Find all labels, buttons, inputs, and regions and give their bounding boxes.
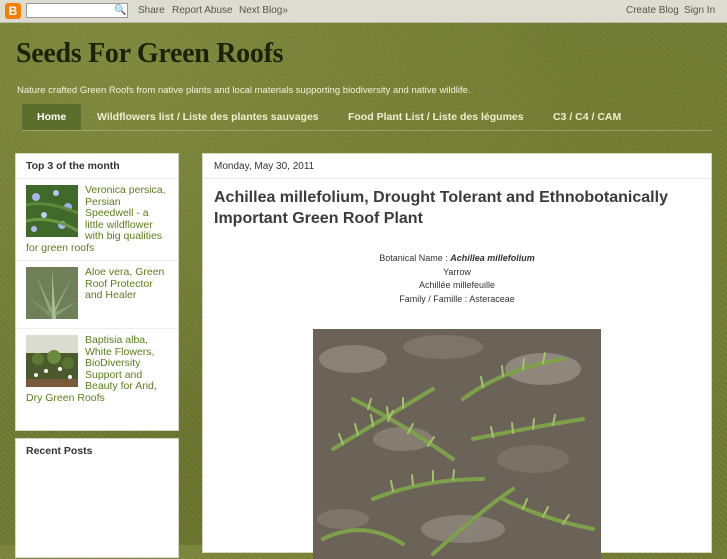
post-body: Botanical Name : Achillea millefolium Ya… — [203, 252, 711, 306]
post-panel: Monday, May 30, 2011 Achillea millefoliu… — [202, 153, 712, 559]
tab-wildflowers-list[interactable]: Wildflowers list / Liste des plantes sau… — [82, 104, 334, 130]
post-title[interactable]: Achillea millefolium, Drought Tolerant a… — [214, 187, 694, 229]
baptisia-thumbnail[interactable] — [26, 335, 78, 387]
tab-home[interactable]: Home — [22, 104, 82, 130]
create-blog-link[interactable]: Create Blog — [626, 5, 679, 16]
yarrow-photo[interactable] — [313, 329, 601, 559]
botanical-name-line: Botanical Name : Achillea millefolium — [203, 252, 711, 266]
search-input[interactable]: 🔍 — [26, 3, 128, 18]
widget-title: Recent Posts — [26, 445, 93, 457]
page-tabs: Home Wildflowers list / Liste des plante… — [22, 104, 712, 130]
next-blog-link[interactable]: Next Blog» — [239, 5, 288, 16]
popular-post-item[interactable]: Aloe vera, Green Roof Protector and Heal… — [16, 261, 178, 329]
family-line: Family / Famille : Asteraceae — [399, 293, 515, 304]
blogger-navbar: B 🔍 Share Report Abuse Next Blog» Create… — [0, 0, 727, 23]
widget-title: Top 3 of the month — [16, 154, 178, 179]
common-name-en: Yarrow — [443, 266, 471, 277]
blog-title[interactable]: Seeds For Green Roofs — [16, 38, 284, 70]
blog-description: Nature crafted Green Roofs from native p… — [17, 85, 471, 96]
tabs-divider — [22, 130, 712, 131]
search-icon[interactable]: 🔍 — [114, 4, 126, 17]
share-link[interactable]: Share — [138, 5, 165, 16]
tab-c3-c4-cam[interactable]: C3 / C4 / CAM — [538, 104, 636, 130]
botanical-name: Achillea millefolium — [450, 253, 535, 263]
botanical-label: Botanical Name : — [379, 253, 451, 263]
tab-food-plant-list[interactable]: Food Plant List / Liste des légumes — [333, 104, 539, 130]
blogger-logo-icon[interactable]: B — [5, 3, 21, 19]
popular-post-item[interactable]: Baptisia alba, White Flowers, BioDiversi… — [16, 329, 178, 427]
post-date: Monday, May 30, 2011 — [203, 154, 711, 179]
sign-in-link[interactable]: Sign In — [684, 5, 715, 16]
veronica-thumbnail[interactable] — [26, 185, 78, 237]
recent-posts-widget: Recent Posts — [15, 438, 179, 558]
report-abuse-link[interactable]: Report Abuse — [172, 5, 233, 16]
aloe-vera-thumbnail[interactable] — [26, 267, 78, 319]
common-name-fr: Achillée millefeuille — [418, 280, 496, 290]
popular-post-item[interactable]: Veronica persica, Persian Speedwell - a … — [16, 179, 178, 261]
popular-posts-widget: Top 3 of the month Veronica persica, Per… — [15, 153, 179, 431]
